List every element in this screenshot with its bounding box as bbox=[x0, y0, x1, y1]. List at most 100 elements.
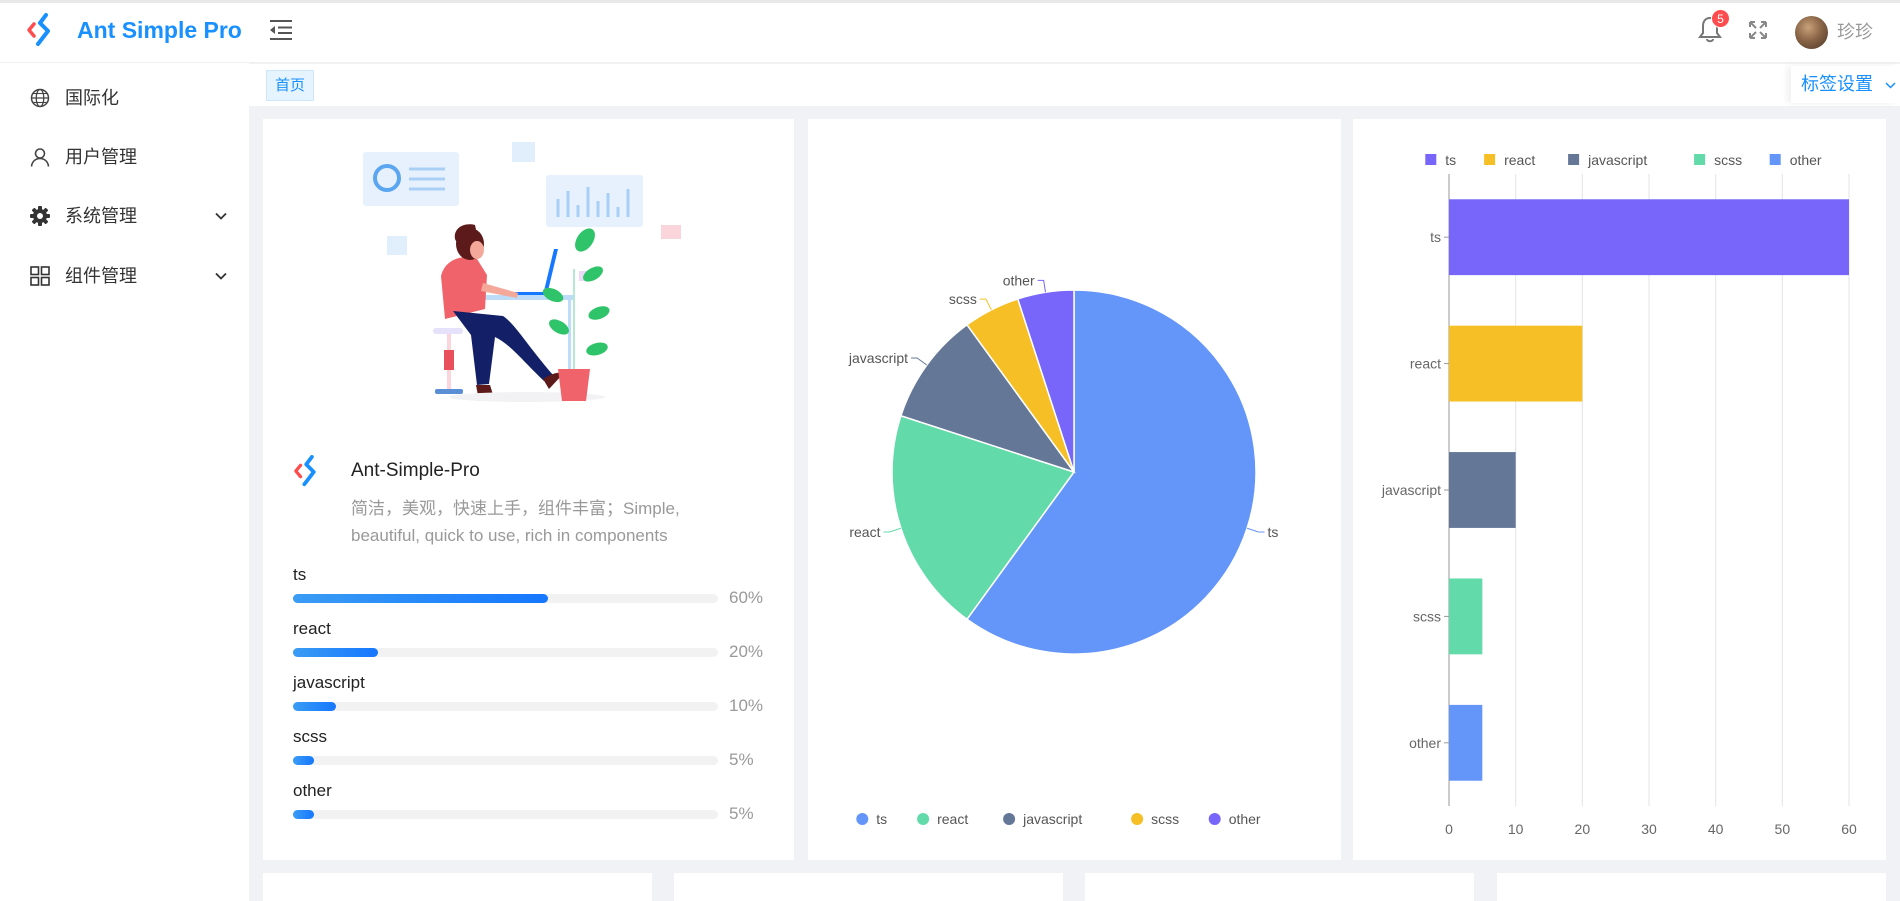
avatar[interactable] bbox=[1795, 16, 1828, 49]
menu-fold-icon[interactable] bbox=[268, 18, 294, 42]
x-tick-label: 60 bbox=[1841, 821, 1857, 837]
pie-leader-line bbox=[911, 357, 928, 366]
tag-settings-label: 标签设置 bbox=[1801, 74, 1873, 94]
pie-label-javascript: javascript bbox=[848, 350, 908, 366]
gear-icon bbox=[30, 206, 50, 226]
progress-fill bbox=[293, 810, 315, 819]
bar-chart: 0 10 20 30 40 50 60 ts react javascript scss other t… bbox=[1381, 152, 1857, 837]
developer-illustration bbox=[363, 142, 681, 402]
pie-label-other: other bbox=[1003, 272, 1035, 288]
pie-leader-line bbox=[979, 298, 992, 311]
fullscreen-icon[interactable] bbox=[1747, 19, 1769, 41]
legend-marker-react[interactable] bbox=[1484, 154, 1496, 165]
progress-value: 20% bbox=[729, 642, 764, 661]
sidebar-item-label: 系统管理 bbox=[65, 206, 137, 226]
grid-icon bbox=[30, 266, 50, 286]
legend-marker-ts[interactable] bbox=[856, 813, 869, 825]
legend-label-other[interactable]: other bbox=[1229, 811, 1261, 827]
x-tick-label: 10 bbox=[1508, 821, 1524, 837]
progress-ts: ts 60% bbox=[293, 564, 773, 614]
pie-chart-card: ts react javascript scss other ts react javascr… bbox=[808, 119, 1341, 860]
pie-leader-line bbox=[1246, 527, 1265, 533]
legend-marker-other[interactable] bbox=[1769, 154, 1781, 165]
tab-home[interactable]: 首页 bbox=[266, 70, 315, 101]
progress-track bbox=[293, 756, 718, 765]
progress-label: other bbox=[293, 781, 332, 800]
progress-fill bbox=[293, 648, 378, 657]
x-tick-label: 0 bbox=[1445, 821, 1453, 837]
legend-label-other[interactable]: other bbox=[1790, 152, 1822, 168]
legend-marker-scss[interactable] bbox=[1131, 813, 1144, 825]
legend-marker-javascript[interactable] bbox=[1568, 154, 1580, 165]
progress-react: react 20% bbox=[293, 618, 773, 668]
tags-bar bbox=[249, 64, 1900, 106]
project-description: 简洁，美观，快速上手，组件丰富；Simple, beautiful, quick… bbox=[351, 499, 680, 545]
username[interactable]: 珍珍 bbox=[1837, 19, 1873, 45]
pie-label-ts: ts bbox=[1268, 524, 1279, 540]
legend-label-javascript[interactable]: javascript bbox=[1587, 152, 1647, 168]
legend-marker-javascript[interactable] bbox=[1003, 813, 1016, 825]
bar-javascript[interactable] bbox=[1449, 452, 1516, 528]
x-tick-label: 30 bbox=[1641, 821, 1657, 837]
sidebar-item-label: 组件管理 bbox=[65, 266, 137, 286]
pie-label-react: react bbox=[849, 524, 880, 540]
sidebar-item-component-management[interactable]: 组件管理 bbox=[0, 251, 249, 301]
chevron-down-icon bbox=[1885, 82, 1896, 89]
tag-settings-dropdown[interactable]: 标签设置 bbox=[1791, 66, 1900, 103]
progress-label: ts bbox=[293, 565, 307, 584]
legend-label-scss[interactable]: scss bbox=[1151, 811, 1179, 827]
legend-marker-scss[interactable] bbox=[1694, 154, 1706, 165]
globe-icon bbox=[30, 88, 50, 108]
sidebar-item-i18n[interactable]: 国际化 bbox=[0, 73, 249, 123]
legend-label-scss[interactable]: scss bbox=[1714, 152, 1742, 168]
progress-value: 5% bbox=[729, 750, 754, 769]
legend-label-react[interactable]: react bbox=[1504, 152, 1535, 168]
sidebar-item-label: 用户管理 bbox=[65, 147, 137, 167]
pie-label-scss: scss bbox=[949, 291, 977, 307]
bar-react[interactable] bbox=[1449, 325, 1583, 402]
bar-other[interactable] bbox=[1449, 704, 1483, 781]
legend-label-react[interactable]: react bbox=[937, 811, 968, 827]
progress-track bbox=[293, 810, 718, 819]
progress-track bbox=[293, 648, 718, 657]
notification-badge: 5 bbox=[1711, 9, 1730, 28]
progress-scss: scss 5% bbox=[293, 726, 773, 776]
progress-label: react bbox=[293, 619, 331, 638]
bar-scss[interactable] bbox=[1449, 578, 1483, 655]
progress-track bbox=[293, 702, 718, 711]
chevron-down-icon bbox=[215, 272, 227, 280]
sidebar-item-system-management[interactable]: 系统管理 bbox=[0, 191, 249, 241]
progress-track bbox=[293, 594, 718, 603]
sidebar-item-user-management[interactable]: 用户管理 bbox=[0, 132, 249, 182]
app-title[interactable]: Ant Simple Pro bbox=[77, 14, 242, 46]
legend-marker-ts[interactable] bbox=[1425, 154, 1437, 165]
x-tick-label: 40 bbox=[1708, 821, 1724, 837]
bottom-card bbox=[1497, 873, 1886, 901]
y-tick-label-other: other bbox=[1409, 735, 1441, 751]
pie-chart: ts react javascript scss other ts react javascr… bbox=[848, 272, 1279, 827]
app-logo-icon[interactable] bbox=[26, 12, 62, 48]
legend-label-ts[interactable]: ts bbox=[1445, 152, 1456, 168]
progress-fill bbox=[293, 702, 336, 711]
sidebar-item-label: 国际化 bbox=[65, 88, 119, 108]
legend-label-javascript[interactable]: javascript bbox=[1022, 811, 1082, 827]
legend-marker-other[interactable] bbox=[1208, 813, 1221, 825]
progress-other: other 5% bbox=[293, 780, 773, 830]
chevron-down-icon bbox=[215, 212, 227, 220]
progress-value: 5% bbox=[729, 804, 754, 823]
legend-marker-react[interactable] bbox=[917, 813, 930, 825]
legend-label-ts[interactable]: ts bbox=[876, 811, 887, 827]
project-logo-icon bbox=[294, 454, 316, 487]
pie-leader-line bbox=[883, 527, 902, 533]
progress-value: 10% bbox=[729, 696, 764, 715]
bar-ts[interactable] bbox=[1449, 199, 1849, 276]
bar-chart-card: 0 10 20 30 40 50 60 ts react javascript scss other t… bbox=[1353, 119, 1886, 860]
y-tick-label-javascript: javascript bbox=[1381, 482, 1441, 498]
pie-leader-line bbox=[1037, 279, 1047, 293]
bottom-card bbox=[263, 873, 652, 901]
progress-value: 60% bbox=[729, 588, 764, 607]
y-tick-label-scss: scss bbox=[1413, 608, 1441, 624]
bottom-card bbox=[674, 873, 1063, 901]
x-tick-label: 50 bbox=[1775, 821, 1791, 837]
x-tick-label: 20 bbox=[1575, 821, 1591, 837]
